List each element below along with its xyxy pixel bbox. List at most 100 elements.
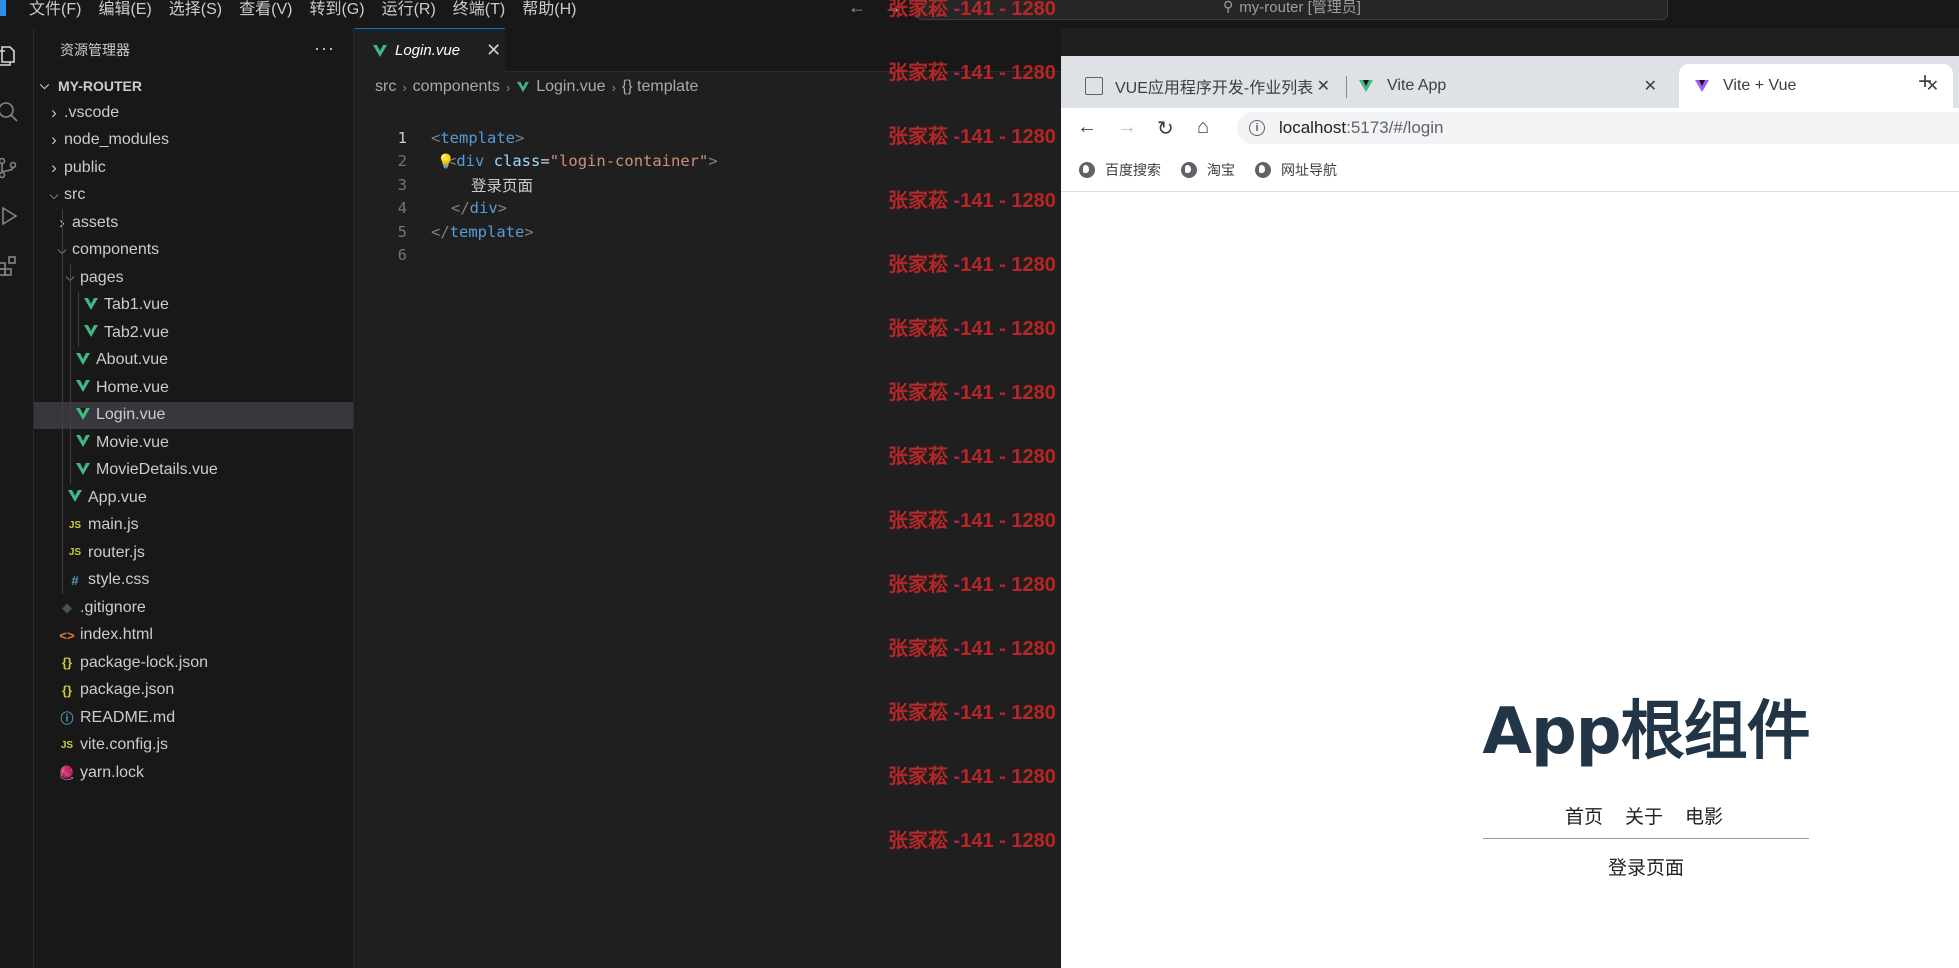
tree-item[interactable]: JS vite.config.js (34, 732, 353, 760)
home-icon[interactable]: ⌂ (1197, 116, 1209, 139)
tree-item[interactable]: About.vue (34, 346, 353, 374)
vue-favicon-icon (1357, 77, 1375, 95)
breadcrumb-symbol[interactable]: {} template (622, 78, 699, 96)
chevron-right-icon: › (51, 102, 57, 122)
browser-tab-assignments[interactable]: VUE应用程序开发-作业列表 ✕ (1061, 64, 1344, 108)
browser-tab-title: Vite + Vue (1723, 77, 1797, 94)
breadcrumb-src[interactable]: src (375, 78, 396, 96)
menu-edit[interactable]: 编辑(E) (91, 2, 161, 18)
back-arrow-icon[interactable]: ← (1077, 116, 1097, 139)
tab-login-vue[interactable]: Login.vue ✕ (355, 28, 505, 72)
tree-item-label: node_modules (64, 131, 169, 149)
nav-link-movie[interactable]: 电影 (1685, 802, 1723, 829)
tree-item[interactable]: 🧶 yarn.lock (34, 759, 353, 787)
tree-item[interactable]: Movie.vue (34, 429, 353, 457)
menu-help[interactable]: 帮助(H) (515, 2, 586, 18)
workspace-root[interactable]: ⌵ MY-ROUTER (34, 72, 353, 99)
browser-tab-vite-vue[interactable]: Vite + Vue ✕ (1679, 64, 1953, 108)
css-file-icon: # (71, 572, 79, 588)
tree-item[interactable]: Login.vue (34, 401, 353, 429)
watermark-text: 张家菘 -141 - 1280 (888, 382, 1056, 404)
bookmark-baidu[interactable]: 百度搜索 (1079, 160, 1161, 180)
explorer-files-icon[interactable] (0, 44, 20, 68)
close-tab-icon[interactable]: ✕ (1317, 76, 1330, 96)
breadcrumb-components[interactable]: components (413, 78, 500, 96)
tree-item[interactable]: # style.css (34, 566, 353, 594)
menu-go[interactable]: 转到(G) (302, 2, 374, 18)
source-control-icon[interactable] (0, 156, 20, 180)
tree-item[interactable]: {} package.json (34, 677, 353, 705)
code-text: </div> (451, 199, 507, 217)
site-info-icon[interactable]: i (1249, 120, 1265, 136)
bookmark-taobao[interactable]: 淘宝 (1181, 160, 1235, 180)
nav-link-home[interactable]: 首页 (1565, 802, 1603, 829)
tree-item[interactable]: Home.vue (34, 374, 353, 402)
tree-item[interactable]: MovieDetails.vue (34, 456, 353, 484)
code-line: 5 </template> (355, 220, 1061, 244)
browser-tab-vite-app[interactable]: Vite App ✕ (1353, 64, 1671, 108)
tree-item-label: public (64, 158, 106, 176)
more-actions-icon[interactable]: ··· (314, 38, 335, 59)
bookmark-nav[interactable]: 网址导航 (1255, 160, 1337, 180)
token: div (456, 152, 485, 171)
menu-selection[interactable]: 选择(S) (162, 2, 232, 18)
tree-item[interactable]: ⌵components (34, 236, 353, 264)
menu-terminal[interactable]: 终端(T) (446, 2, 515, 18)
menu-bar: 文件(F) 编辑(E) 选择(S) 查看(V) 转到(G) 运行(R) 终端(T… (22, 2, 586, 18)
reload-icon[interactable]: ↻ (1157, 116, 1174, 141)
app-nav: 首页 关于 电影 (1481, 802, 1807, 829)
json-file-icon: {} (61, 655, 73, 671)
menu-run[interactable]: 运行(R) (375, 2, 446, 18)
browser-window: VUE应用程序开发-作业列表 ✕ Vite App ✕ Vite + Vue ✕… (1061, 56, 1959, 968)
tree-item[interactable]: › .vscode (34, 99, 353, 127)
indent-guide (62, 566, 63, 594)
tree-item[interactable]: Tab1.vue (34, 291, 353, 319)
watermark-text: 张家菘 -141 - 1280 (888, 574, 1056, 596)
new-tab-button[interactable]: + (1918, 68, 1932, 96)
bookmarks-bar: 百度搜索 淘宝 网址导航 (1061, 148, 1959, 192)
lightbulb-icon[interactable]: 💡 (437, 154, 454, 170)
tree-item-label: components (72, 241, 160, 259)
token: template (440, 128, 515, 147)
tree-item[interactable]: <> index.html (34, 622, 353, 650)
back-arrow-icon[interactable]: ← (848, 0, 866, 16)
token: < (431, 128, 441, 147)
indent-guide (70, 429, 71, 457)
search-view-icon[interactable] (0, 100, 20, 124)
indent-guide (78, 319, 79, 347)
vue-file-icon (64, 490, 86, 505)
globe-icon (1255, 161, 1271, 178)
menu-view[interactable]: 查看(V) (232, 2, 302, 18)
tree-item[interactable]: JS router.js (34, 539, 353, 567)
token: > (708, 152, 718, 171)
tree-item-label: package-lock.json (80, 653, 209, 671)
nav-link-about[interactable]: 关于 (1625, 802, 1663, 829)
tree-item[interactable]: › node_modules (34, 127, 353, 155)
forward-arrow-icon[interactable]: → (1117, 116, 1137, 139)
run-debug-icon[interactable] (0, 204, 20, 228)
tree-item[interactable]: ⌵ src (34, 182, 353, 210)
vite-favicon-icon (1693, 77, 1711, 95)
tree-item[interactable]: ⓘ README.md (34, 704, 353, 732)
breadcrumb-file[interactable]: Login.vue (536, 78, 605, 96)
tree-item[interactable]: {} package-lock.json (34, 649, 353, 677)
tree-item[interactable]: ⌵pages (34, 264, 353, 292)
tree-item[interactable]: App.vue (34, 484, 353, 512)
bookmark-label: 淘宝 (1207, 161, 1235, 178)
address-bar[interactable]: i localhost:5173/#/login (1237, 112, 1959, 144)
tree-item[interactable]: JS main.js (34, 511, 353, 539)
close-tab-icon[interactable]: ✕ (486, 40, 501, 61)
close-tab-icon[interactable]: ✕ (1644, 76, 1657, 96)
explorer-header: 资源管理器 ··· (34, 28, 353, 72)
browser-toolbar: ← → ↻ ⌂ i localhost:5173/#/login (1061, 108, 1959, 148)
tree-item[interactable]: Tab2.vue (34, 319, 353, 347)
tree-item-label: assets (72, 213, 119, 231)
menu-file[interactable]: 文件(F) (22, 2, 91, 18)
tree-item-label: router.js (88, 543, 145, 561)
tree-item[interactable]: ◆ .gitignore (34, 594, 353, 622)
tree-item[interactable]: › public (34, 154, 353, 182)
extensions-icon[interactable] (0, 254, 20, 278)
app-title: App根组件 (1482, 695, 1810, 769)
token: div (469, 199, 498, 218)
tree-item[interactable]: ›assets (34, 209, 353, 237)
